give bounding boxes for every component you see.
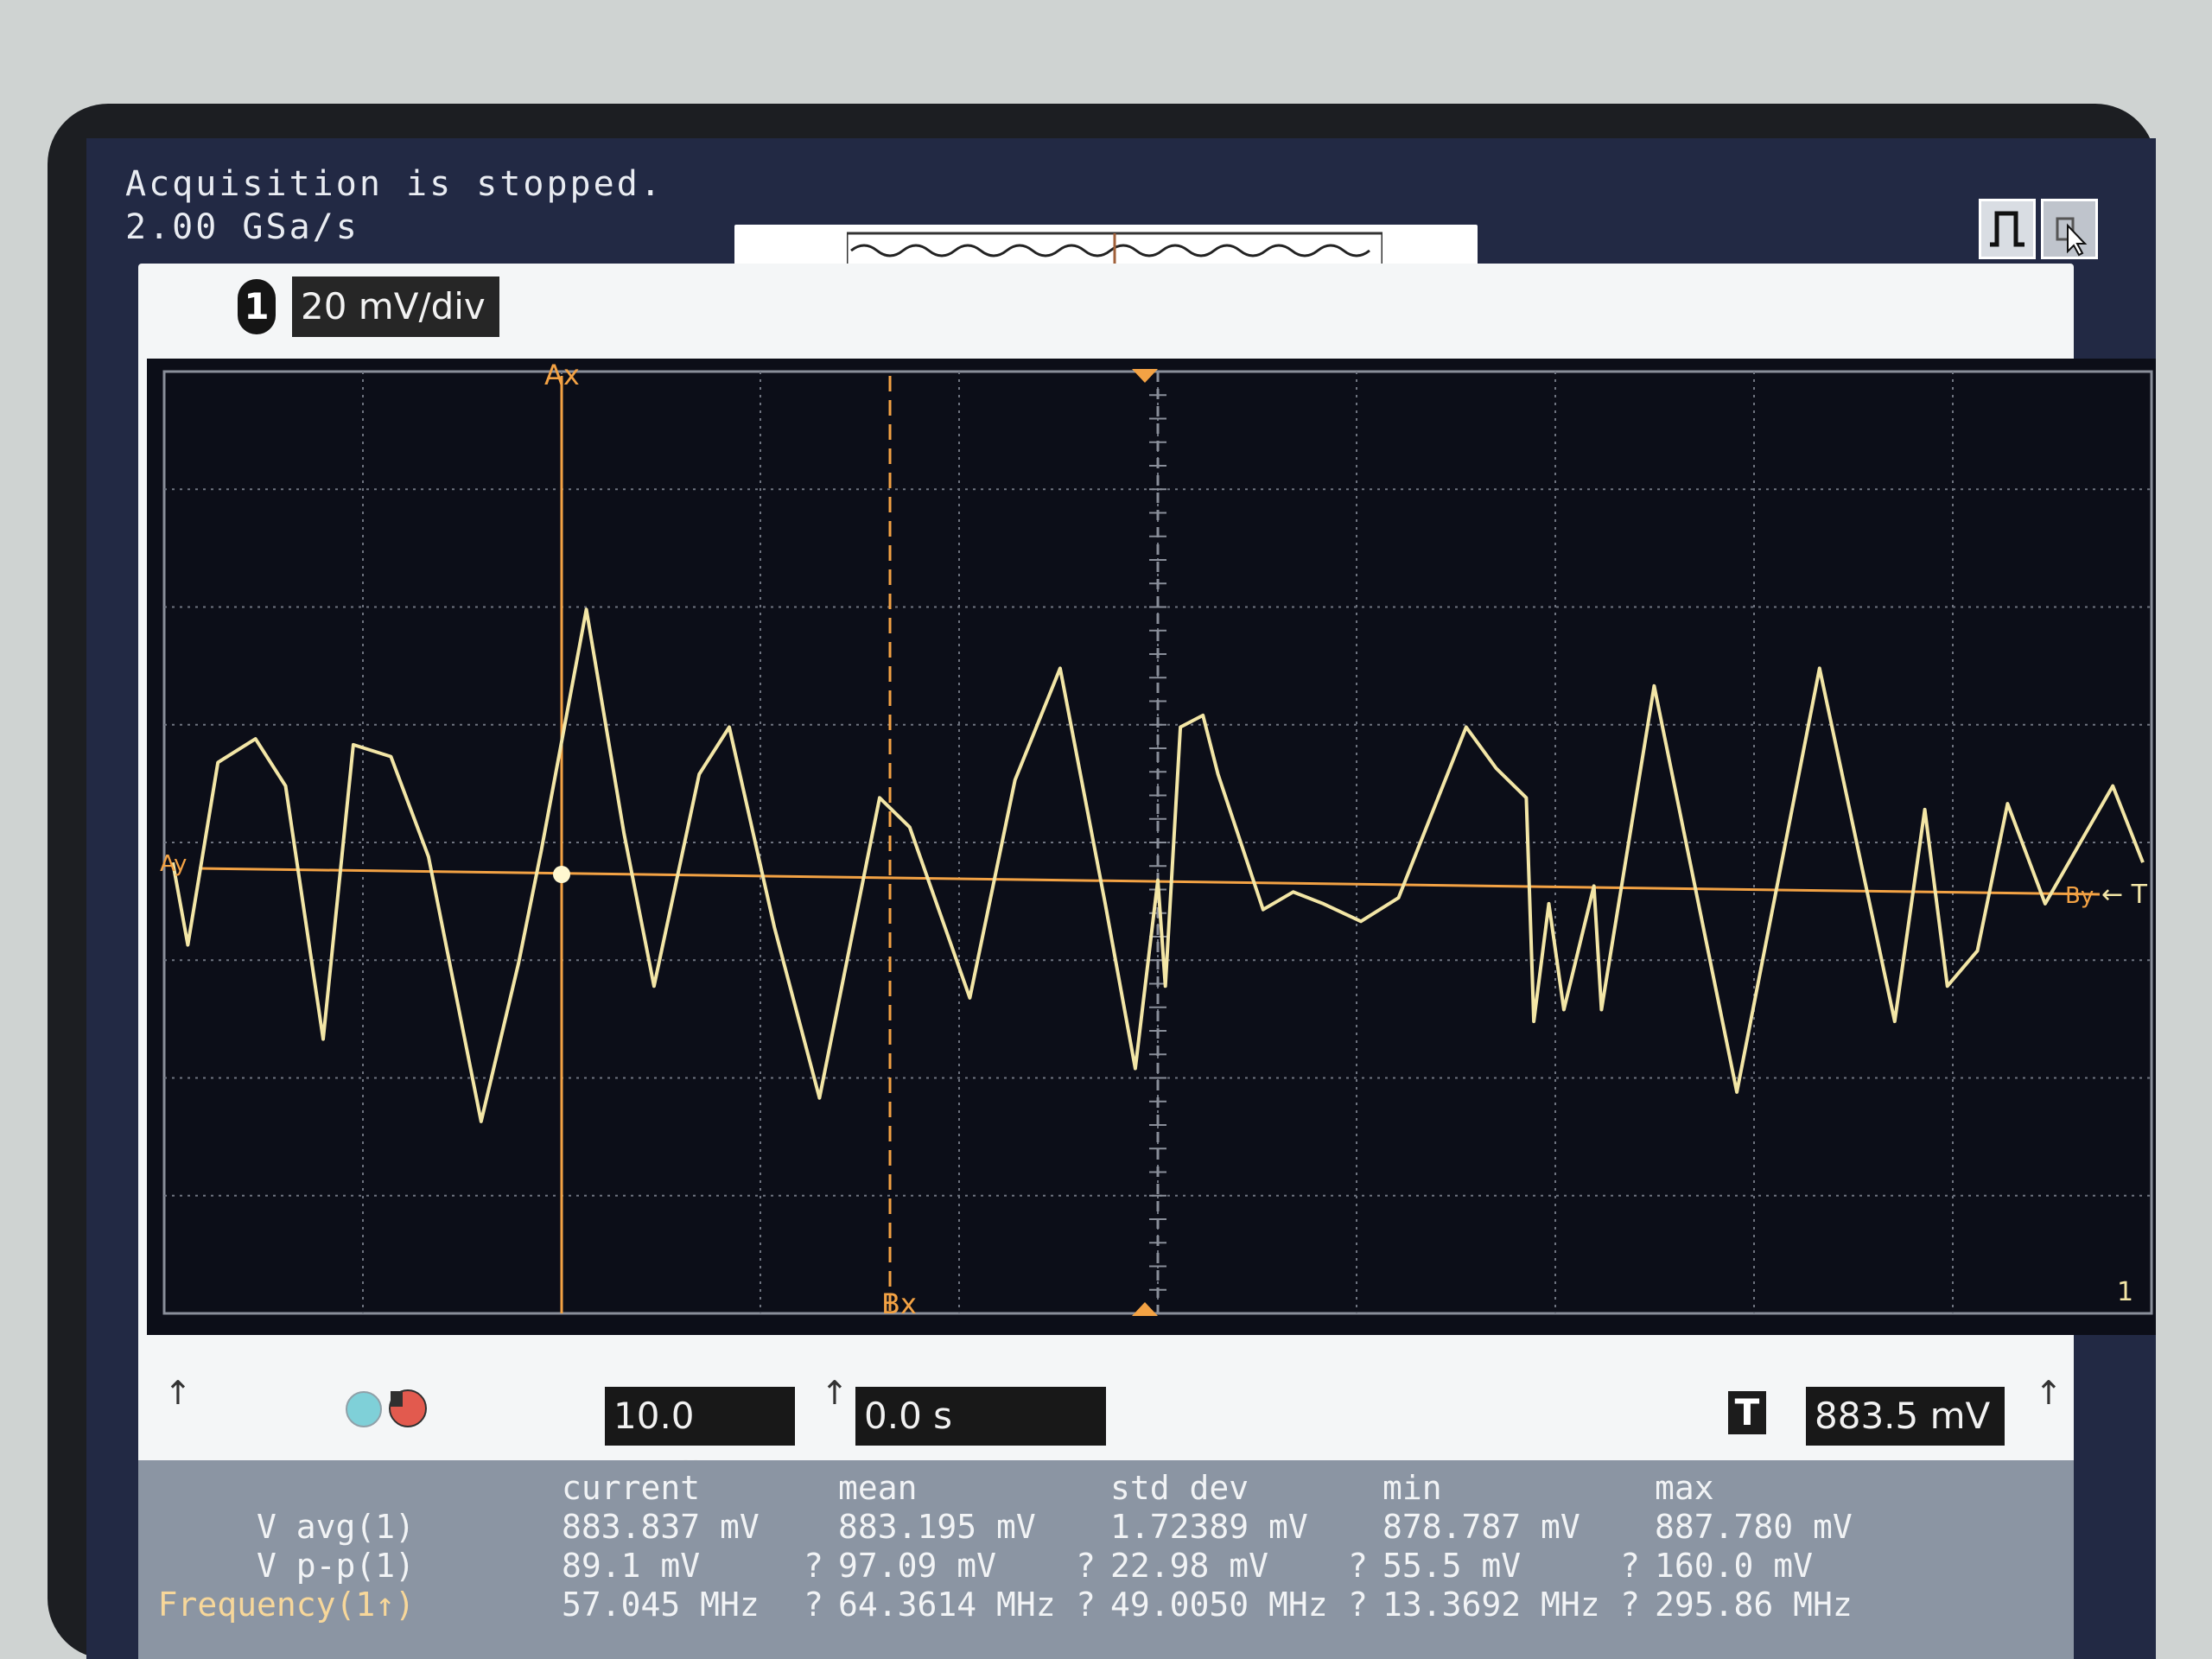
header-mean: mean [838, 1469, 918, 1507]
header-max: max [1655, 1469, 1714, 1507]
freq-std-dev-flag: ? [1076, 1586, 1096, 1624]
timebase-center-marker [1132, 1302, 1158, 1316]
vpp-min-flag: ? [1348, 1547, 1368, 1585]
timebase-delay[interactable]: 0.0 s [855, 1387, 1106, 1446]
freq-max: 295.86 MHz [1655, 1586, 1853, 1624]
cursor-by-label: By [2065, 883, 2094, 909]
freq-mean-flag: ? [804, 1586, 823, 1624]
run-indicator-icon[interactable] [346, 1391, 382, 1427]
vpp-std-dev: 22.98 mV [1110, 1547, 1269, 1585]
freq-min-flag: ? [1348, 1586, 1368, 1624]
header-current: current [562, 1469, 701, 1507]
vpp-current: 89.1 mV [562, 1547, 701, 1585]
measurement-label-vavg: V avg(1) [256, 1508, 415, 1546]
measurement-label-vpp: V p-p(1) [256, 1547, 415, 1585]
freq-mean: 64.3614 MHz [838, 1586, 1056, 1624]
measurement-label-frequency: Frequency(1↑) [157, 1586, 415, 1624]
left-arrow-icon[interactable]: ↑ [164, 1374, 192, 1412]
freq-min: 13.3692 MHz [1382, 1586, 1600, 1624]
header-std-dev: std dev [1110, 1469, 1249, 1507]
header-min: min [1382, 1469, 1442, 1507]
vpp-mean-flag: ? [804, 1547, 823, 1585]
measurement-panel: current mean std dev min max V avg(1) 88… [138, 1460, 2074, 1659]
vpp-mean: 97.09 mV [838, 1547, 997, 1585]
trigger-level[interactable]: 883.5 mV [1806, 1387, 2005, 1446]
oscilloscope-screen: Acquisition is stopped. 2.00 GSa/s 1 20 … [86, 138, 2156, 1659]
timebase-scale[interactable]: 10.0 ns/div [605, 1387, 795, 1496]
ground-marker: 1 [2117, 1277, 2133, 1307]
cursor-a-intersection [553, 866, 570, 883]
acquisition-status: Acquisition is stopped. [125, 164, 664, 204]
vavg-mean: 883.195 mV [838, 1508, 1036, 1546]
vavg-std-dev: 1.72389 mV [1110, 1508, 1308, 1546]
center-axis-ticks [1149, 372, 1166, 1313]
channel-1-icon[interactable]: 1 [238, 279, 276, 334]
channel-scale[interactable]: 20 mV/div [292, 276, 499, 337]
pulse-mode-button[interactable] [1979, 199, 2036, 259]
waveform-display[interactable]: Ax Bx Ay By ← T 1 [147, 359, 2156, 1335]
vpp-min: 55.5 mV [1382, 1547, 1522, 1585]
sample-rate: 2.00 GSa/s [125, 207, 359, 247]
cursor-bx-label: Bx [881, 1287, 917, 1320]
toolbar-toggle-button[interactable] [2041, 199, 2098, 259]
vavg-min: 878.787 mV [1382, 1508, 1580, 1546]
vavg-current: 883.837 mV [562, 1508, 760, 1546]
trigger-icon[interactable]: T [1728, 1391, 1766, 1434]
waveform-graticule: Ax Bx Ay By ← T 1 [160, 359, 2153, 1320]
cursor-pointer-icon [2056, 217, 2088, 257]
cursor-ay-label: Ay [160, 851, 187, 877]
trigger-level-label: ← T [2101, 880, 2148, 910]
freq-std-dev: 49.0050 MHz [1110, 1586, 1328, 1624]
vpp-max: 160.0 mV [1655, 1547, 1814, 1585]
trigger-position-marker [1132, 369, 1158, 383]
freq-max-flag: ? [1620, 1586, 1640, 1624]
cursor-ax-label: Ax [544, 359, 580, 391]
vavg-max: 887.780 mV [1655, 1508, 1853, 1546]
stop-indicator-icon[interactable] [389, 1389, 427, 1427]
pulse-icon [1990, 211, 2024, 247]
vpp-max-flag: ? [1620, 1547, 1640, 1585]
right-arrow-icon[interactable]: ↑ [2035, 1374, 2063, 1412]
vpp-std-dev-flag: ? [1076, 1547, 1096, 1585]
timebase-bar: ↑ 10.0 ns/div ↑ 0.0 s T 883.5 mV ↑ [138, 1365, 2074, 1496]
freq-current: 57.045 MHz [562, 1586, 760, 1624]
delay-arrow-icon[interactable]: ↑ [821, 1374, 849, 1412]
